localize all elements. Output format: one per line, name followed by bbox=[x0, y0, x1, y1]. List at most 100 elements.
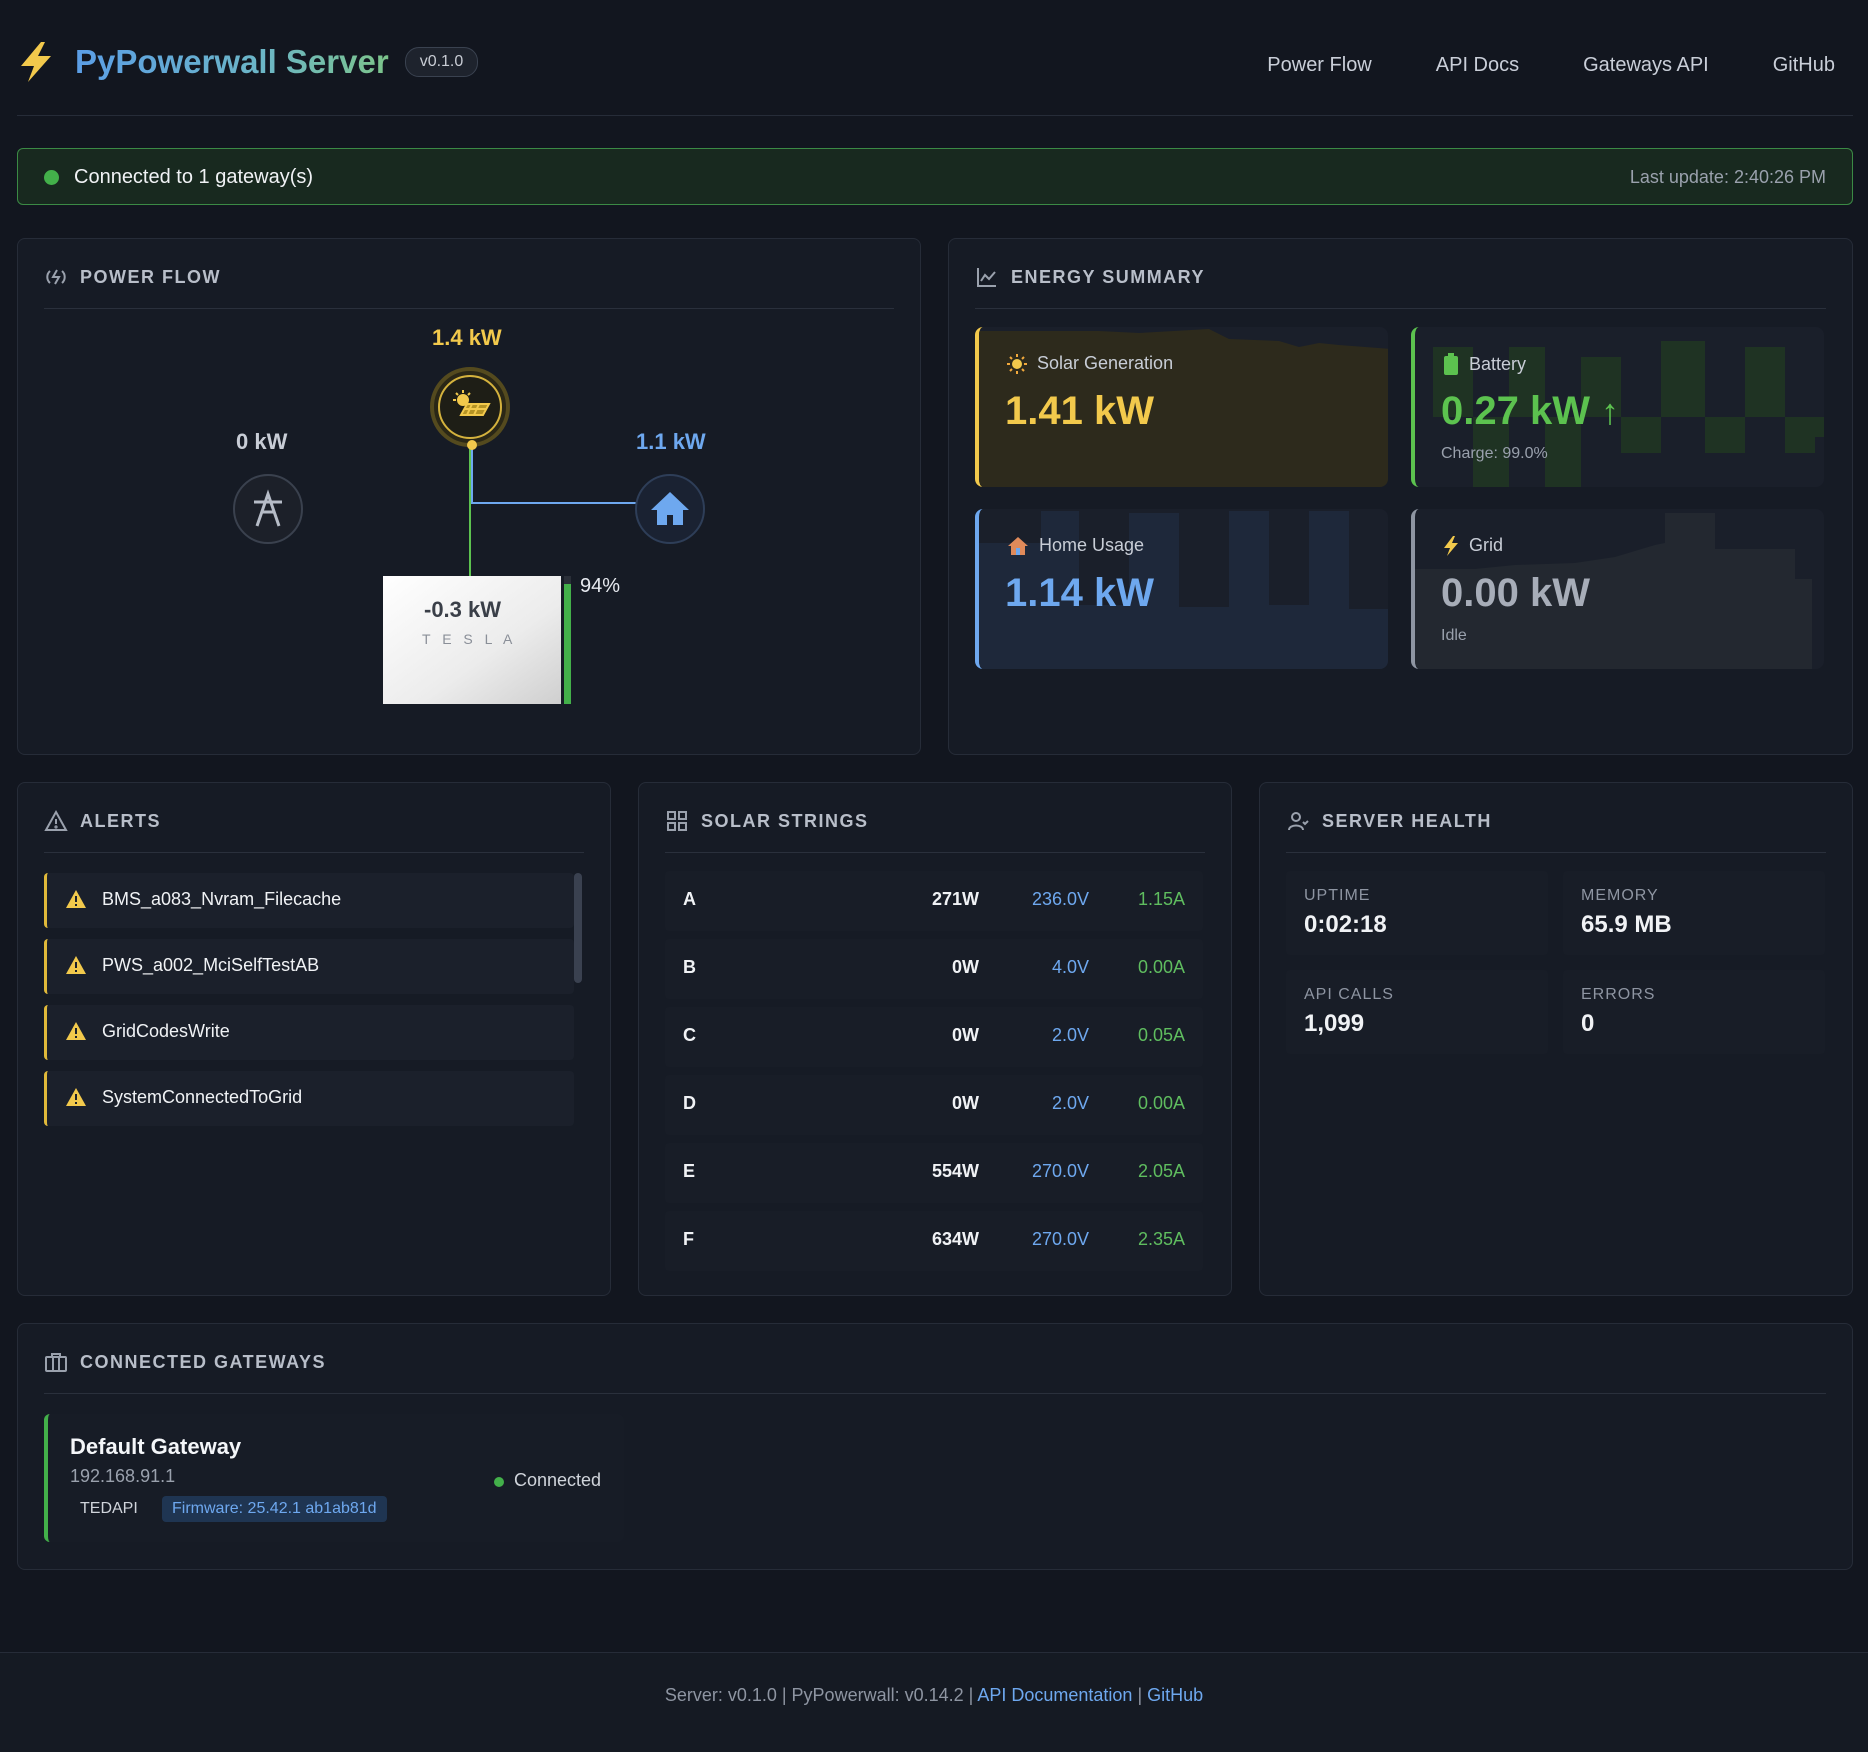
solar-generation-tile: Solar Generation 1.41 kW bbox=[975, 327, 1388, 487]
solar-power-value: 1.4 kW bbox=[432, 325, 502, 350]
battery-value: 0.27 kW bbox=[1441, 389, 1590, 433]
grid-node-icon bbox=[233, 474, 303, 544]
sun-icon bbox=[1007, 353, 1027, 374]
battery-icon bbox=[1444, 353, 1458, 375]
gateway-ip: 192.168.91.1 bbox=[70, 1466, 176, 1486]
power-flow-diagram bbox=[233, 367, 705, 704]
grid-label: Grid bbox=[1469, 535, 1504, 555]
alerts-scrollbar[interactable] bbox=[574, 873, 582, 983]
connected-gateways-title: CONNECTED GATEWAYS bbox=[80, 1352, 327, 1372]
warning-icon bbox=[66, 1022, 86, 1040]
solar-generation-label: Solar Generation bbox=[1037, 353, 1174, 373]
api-calls-stat: API CALLS 1,099 bbox=[1286, 970, 1548, 1054]
warning-outline-icon bbox=[44, 809, 68, 831]
warning-icon bbox=[66, 1088, 86, 1106]
gateway-item[interactable]: Default Gateway 192.168.91.1 TEDAPI Firm… bbox=[44, 1414, 624, 1542]
api-calls-value: 1,099 bbox=[1304, 1010, 1365, 1037]
battery-power-value: -0.3 kW bbox=[424, 597, 502, 622]
home-power-value: 1.1 kW bbox=[636, 429, 706, 454]
uptime-label: UPTIME bbox=[1304, 887, 1371, 904]
footer-api-docs-link[interactable]: API Documentation bbox=[977, 1685, 1132, 1705]
nav-gateways-api[interactable]: Gateways API bbox=[1583, 54, 1709, 77]
memory-stat: MEMORY 65.9 MB bbox=[1563, 871, 1825, 955]
solar-generation-value: 1.41 kW bbox=[1005, 389, 1154, 433]
battery-charge-text: Charge: 99.0% bbox=[1441, 445, 1548, 462]
alert-text: PWS_a002_MciSelfTestAB bbox=[102, 955, 320, 975]
last-update-text: Last update: 2:40:26 PM bbox=[1629, 167, 1826, 187]
lightning-bolt-icon bbox=[21, 42, 51, 82]
string-name: F bbox=[683, 1229, 694, 1249]
lightning-icon bbox=[1444, 535, 1458, 556]
string-name: A bbox=[683, 889, 696, 909]
power-flow-card: POWER FLOW 1.4 kW 0 kW 1.1 kW -0.3 kW T … bbox=[17, 238, 921, 755]
api-calls-label: API CALLS bbox=[1304, 986, 1394, 1003]
string-name: C bbox=[683, 1025, 696, 1045]
home-usage-tile: Home Usage 1.14 kW bbox=[975, 509, 1388, 669]
string-voltage: 270.0V bbox=[1031, 1229, 1089, 1249]
server-health-title: SERVER HEALTH bbox=[1322, 811, 1492, 831]
solar-strings-card: SOLAR STRINGS A 271W 236.0V 1.15A B 0W 4… bbox=[638, 782, 1232, 1296]
gateway-type: TEDAPI bbox=[80, 1500, 138, 1517]
energy-summary-header: ENERGY SUMMARY bbox=[975, 265, 1826, 309]
grid-tile: Grid 0.00 kW Idle bbox=[1411, 509, 1824, 669]
string-power: 0W bbox=[952, 1025, 979, 1045]
energy-summary-card: ENERGY SUMMARY Solar Generation 1.41 kW bbox=[948, 238, 1853, 755]
chart-icon bbox=[977, 268, 996, 287]
user-icon bbox=[1288, 812, 1309, 831]
footer-separator: | bbox=[1137, 1685, 1143, 1705]
house-icon bbox=[1008, 536, 1028, 555]
server-health-header: SERVER HEALTH bbox=[1286, 809, 1826, 853]
gateway-status: Connected bbox=[514, 1470, 602, 1490]
footer-github-link[interactable]: GitHub bbox=[1147, 1685, 1203, 1705]
alert-text: BMS_a083_Nvram_Filecache bbox=[102, 889, 342, 909]
solar-string-row: C 0W 2.0V 0.05A bbox=[665, 1007, 1203, 1067]
top-nav: Power Flow API Docs Gateways API GitHub bbox=[1267, 54, 1835, 77]
nav-power-flow[interactable]: Power Flow bbox=[1267, 54, 1371, 77]
alert-text: SystemConnectedToGrid bbox=[102, 1087, 303, 1107]
alert-item: SystemConnectedToGrid bbox=[44, 1071, 574, 1126]
errors-value: 0 bbox=[1581, 1010, 1595, 1037]
string-current: 2.05A bbox=[1137, 1161, 1185, 1181]
home-usage-label: Home Usage bbox=[1039, 535, 1145, 555]
string-power: 0W bbox=[952, 1093, 979, 1113]
alert-item: GridCodesWrite bbox=[44, 1005, 574, 1060]
solar-strings-header: SOLAR STRINGS bbox=[665, 809, 1205, 853]
battery-percent-text: 94% bbox=[580, 575, 621, 597]
warning-icon bbox=[66, 956, 86, 974]
version-badge: v0.1.0 bbox=[404, 47, 479, 77]
string-power: 554W bbox=[931, 1161, 979, 1181]
connection-status-bar: Connected to 1 gateway(s) Last update: 2… bbox=[17, 148, 1853, 205]
string-voltage: 2.0V bbox=[1051, 1093, 1089, 1113]
footer-version-text: Server: v0.1.0 | PyPowerwall: v0.14.2 | bbox=[664, 1685, 974, 1705]
string-power: 271W bbox=[931, 889, 979, 909]
solar-string-row: F 634W 270.0V 2.35A bbox=[665, 1211, 1203, 1271]
grid-status-text: Idle bbox=[1441, 627, 1467, 644]
solar-string-row: D 0W 2.0V 0.00A bbox=[665, 1075, 1203, 1135]
gateway-status-dot bbox=[494, 1477, 504, 1487]
connected-gateways-card: CONNECTED GATEWAYS Default Gateway 192.1… bbox=[17, 1323, 1853, 1570]
energy-summary-title: ENERGY SUMMARY bbox=[1011, 267, 1206, 287]
connection-status-text: Connected to 1 gateway(s) bbox=[74, 166, 314, 188]
string-name: E bbox=[683, 1161, 696, 1181]
page-footer: Server: v0.1.0 | PyPowerwall: v0.14.2 | … bbox=[0, 1652, 1868, 1752]
nav-api-docs[interactable]: API Docs bbox=[1436, 54, 1519, 77]
string-power: 0W bbox=[952, 957, 979, 977]
nav-github[interactable]: GitHub bbox=[1773, 54, 1835, 77]
alerts-title: ALERTS bbox=[80, 811, 161, 831]
uptime-stat: UPTIME 0:02:18 bbox=[1286, 871, 1548, 955]
status-dot bbox=[44, 170, 59, 185]
battery-brand-text: T E S L A bbox=[422, 631, 517, 647]
memory-label: MEMORY bbox=[1581, 887, 1659, 904]
string-current: 0.05A bbox=[1137, 1025, 1185, 1045]
server-health-card: SERVER HEALTH UPTIME 0:02:18 MEMORY 65.9… bbox=[1259, 782, 1853, 1296]
string-name: B bbox=[683, 957, 696, 977]
alert-item: PWS_a002_MciSelfTestAB bbox=[44, 939, 574, 994]
briefcase-icon bbox=[45, 1353, 67, 1372]
connected-gateways-header: CONNECTED GATEWAYS bbox=[44, 1350, 1826, 1394]
warning-icon bbox=[66, 890, 86, 908]
battery-tile: Battery 0.27 kW ↑ Charge: 99.0% bbox=[1411, 327, 1824, 487]
battery-label: Battery bbox=[1469, 353, 1527, 374]
battery-charging-arrow-icon: ↑ bbox=[1601, 391, 1620, 432]
string-name: D bbox=[683, 1093, 696, 1113]
string-current: 2.35A bbox=[1137, 1229, 1185, 1249]
